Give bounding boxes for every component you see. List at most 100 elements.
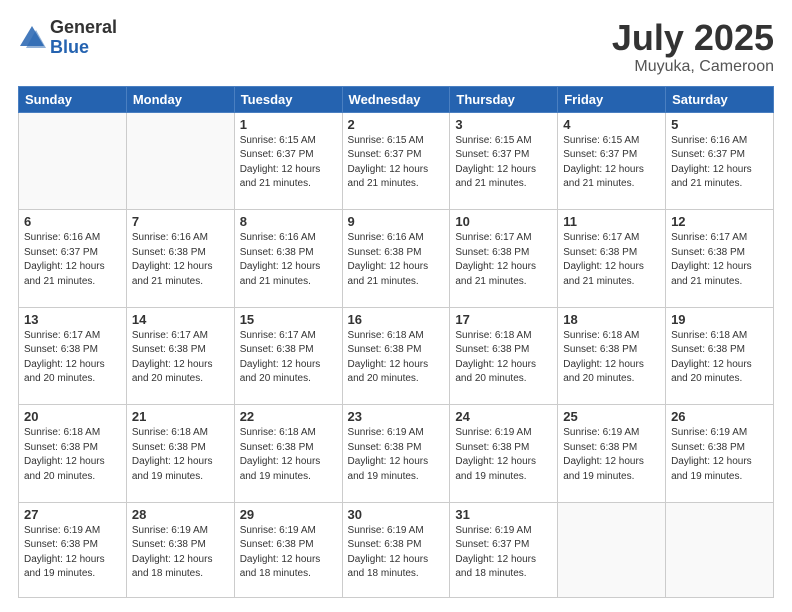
day-number: 21 [132, 409, 229, 424]
day-number: 27 [24, 507, 121, 522]
day-number: 16 [348, 312, 445, 327]
day-info: Sunrise: 6:19 AM Sunset: 6:38 PM Dayligh… [24, 524, 121, 582]
calendar-cell [126, 112, 234, 210]
calendar-cell: 12 Sunrise: 6:17 AM Sunset: 6:38 PM Dayli… [666, 210, 774, 308]
day-number: 15 [240, 312, 337, 327]
day-number: 6 [24, 214, 121, 229]
calendar-cell: 19 Sunrise: 6:18 AM Sunset: 6:38 PM Dayli… [666, 307, 774, 405]
logo-blue: Blue [50, 38, 117, 58]
day-number: 29 [240, 507, 337, 522]
calendar-cell: 8Sunrise: 6:16 AM Sunset: 6:38 PM Daylig… [234, 210, 342, 308]
day-info: Sunrise: 6:18 AM Sunset: 6:38 PM Dayligh… [348, 329, 445, 387]
day-info: Sunrise: 6:15 AM Sunset: 6:37 PM Dayligh… [240, 134, 337, 192]
calendar-cell: 26Sunrise: 6:19 AM Sunset: 6:38 PM Dayli… [666, 405, 774, 503]
day-info: Sunrise: 6:16 AM Sunset: 6:37 PM Dayligh… [24, 231, 121, 289]
day-info: Sunrise: 6:17 AM Sunset: 6:38 PM Dayligh… [455, 231, 552, 289]
day-number: 11 [563, 214, 660, 229]
weekday-header-wednesday: Wednesday [342, 86, 450, 112]
calendar-cell: 31 Sunrise: 6:19 AM Sunset: 6:37 PM Dayli… [450, 502, 558, 597]
weekday-header-saturday: Saturday [666, 86, 774, 112]
logo-icon [18, 24, 46, 52]
day-number: 10 [455, 214, 552, 229]
calendar-week-2: 6 Sunrise: 6:16 AM Sunset: 6:37 PM Daylig… [19, 210, 774, 308]
day-info: Sunrise: 6:18 AM Sunset: 6:38 PM Dayligh… [455, 329, 552, 387]
day-number: 26 [671, 409, 768, 424]
calendar-header: SundayMondayTuesdayWednesdayThursdayFrid… [19, 86, 774, 112]
calendar-cell: 23Sunrise: 6:19 AM Sunset: 6:38 PM Dayli… [342, 405, 450, 503]
calendar-cell: 20 Sunrise: 6:18 AM Sunset: 6:38 PM Dayli… [19, 405, 127, 503]
day-info: Sunrise: 6:19 AM Sunset: 6:38 PM Dayligh… [455, 426, 552, 484]
calendar-cell: 24Sunrise: 6:19 AM Sunset: 6:38 PM Dayli… [450, 405, 558, 503]
calendar-cell: 3 Sunrise: 6:15 AM Sunset: 6:37 PM Daylig… [450, 112, 558, 210]
day-info: Sunrise: 6:17 AM Sunset: 6:38 PM Dayligh… [24, 329, 121, 387]
calendar-cell: 30 Sunrise: 6:19 AM Sunset: 6:38 PM Dayli… [342, 502, 450, 597]
calendar-cell: 22 Sunrise: 6:18 AM Sunset: 6:38 PM Dayli… [234, 405, 342, 503]
calendar-cell: 15 Sunrise: 6:17 AM Sunset: 6:38 PM Dayli… [234, 307, 342, 405]
day-number: 19 [671, 312, 768, 327]
logo-text: General Blue [50, 18, 117, 58]
day-info: Sunrise: 6:18 AM Sunset: 6:38 PM Dayligh… [671, 329, 768, 387]
day-number: 2 [348, 117, 445, 132]
calendar-cell: 25Sunrise: 6:19 AM Sunset: 6:38 PM Dayli… [558, 405, 666, 503]
calendar-cell: 7 Sunrise: 6:16 AM Sunset: 6:38 PM Daylig… [126, 210, 234, 308]
calendar-body: 1 Sunrise: 6:15 AM Sunset: 6:37 PM Daylig… [19, 112, 774, 597]
day-number: 1 [240, 117, 337, 132]
calendar-cell: 28 Sunrise: 6:19 AM Sunset: 6:38 PM Dayli… [126, 502, 234, 597]
day-info: Sunrise: 6:17 AM Sunset: 6:38 PM Dayligh… [132, 329, 229, 387]
weekday-header-tuesday: Tuesday [234, 86, 342, 112]
day-info: Sunrise: 6:16 AM Sunset: 6:38 PM Dayligh… [348, 231, 445, 289]
day-info: Sunrise: 6:15 AM Sunset: 6:37 PM Dayligh… [455, 134, 552, 192]
day-number: 22 [240, 409, 337, 424]
calendar-cell: 21 Sunrise: 6:18 AM Sunset: 6:38 PM Dayli… [126, 405, 234, 503]
day-number: 12 [671, 214, 768, 229]
day-number: 20 [24, 409, 121, 424]
logo-general: General [50, 18, 117, 38]
calendar-cell: 11Sunrise: 6:17 AM Sunset: 6:38 PM Dayli… [558, 210, 666, 308]
day-info: Sunrise: 6:15 AM Sunset: 6:37 PM Dayligh… [563, 134, 660, 192]
day-info: Sunrise: 6:18 AM Sunset: 6:38 PM Dayligh… [24, 426, 121, 484]
calendar-cell: 4 Sunrise: 6:15 AM Sunset: 6:37 PM Daylig… [558, 112, 666, 210]
calendar-cell: 14Sunrise: 6:17 AM Sunset: 6:38 PM Dayli… [126, 307, 234, 405]
weekday-header-thursday: Thursday [450, 86, 558, 112]
day-number: 8 [240, 214, 337, 229]
day-info: Sunrise: 6:19 AM Sunset: 6:38 PM Dayligh… [132, 524, 229, 582]
calendar-cell: 17Sunrise: 6:18 AM Sunset: 6:38 PM Dayli… [450, 307, 558, 405]
day-number: 25 [563, 409, 660, 424]
day-info: Sunrise: 6:17 AM Sunset: 6:38 PM Dayligh… [240, 329, 337, 387]
calendar-week-1: 1 Sunrise: 6:15 AM Sunset: 6:37 PM Daylig… [19, 112, 774, 210]
calendar-cell [558, 502, 666, 597]
day-info: Sunrise: 6:18 AM Sunset: 6:38 PM Dayligh… [240, 426, 337, 484]
calendar-week-4: 20 Sunrise: 6:18 AM Sunset: 6:38 PM Dayli… [19, 405, 774, 503]
weekday-header-sunday: Sunday [19, 86, 127, 112]
calendar-cell: 10 Sunrise: 6:17 AM Sunset: 6:38 PM Dayli… [450, 210, 558, 308]
subtitle: Muyuka, Cameroon [612, 58, 774, 76]
calendar-table: SundayMondayTuesdayWednesdayThursdayFrid… [18, 86, 774, 598]
logo: General Blue [18, 18, 117, 58]
day-number: 4 [563, 117, 660, 132]
calendar-cell [19, 112, 127, 210]
day-number: 9 [348, 214, 445, 229]
header: General Blue July 2025 Muyuka, Cameroon [18, 18, 774, 76]
day-info: Sunrise: 6:19 AM Sunset: 6:37 PM Dayligh… [455, 524, 552, 582]
day-info: Sunrise: 6:17 AM Sunset: 6:38 PM Dayligh… [671, 231, 768, 289]
day-info: Sunrise: 6:18 AM Sunset: 6:38 PM Dayligh… [132, 426, 229, 484]
weekday-header-monday: Monday [126, 86, 234, 112]
main-title: July 2025 [612, 18, 774, 58]
day-number: 13 [24, 312, 121, 327]
calendar-cell: 13 Sunrise: 6:17 AM Sunset: 6:38 PM Dayli… [19, 307, 127, 405]
day-info: Sunrise: 6:19 AM Sunset: 6:38 PM Dayligh… [348, 426, 445, 484]
day-info: Sunrise: 6:15 AM Sunset: 6:37 PM Dayligh… [348, 134, 445, 192]
day-number: 28 [132, 507, 229, 522]
calendar-cell: 1 Sunrise: 6:15 AM Sunset: 6:37 PM Daylig… [234, 112, 342, 210]
calendar-cell: 18Sunrise: 6:18 AM Sunset: 6:38 PM Dayli… [558, 307, 666, 405]
day-number: 30 [348, 507, 445, 522]
day-number: 7 [132, 214, 229, 229]
calendar-week-5: 27 Sunrise: 6:19 AM Sunset: 6:38 PM Dayli… [19, 502, 774, 597]
day-info: Sunrise: 6:19 AM Sunset: 6:38 PM Dayligh… [348, 524, 445, 582]
calendar-cell [666, 502, 774, 597]
day-number: 3 [455, 117, 552, 132]
day-info: Sunrise: 6:16 AM Sunset: 6:38 PM Dayligh… [132, 231, 229, 289]
day-info: Sunrise: 6:19 AM Sunset: 6:38 PM Dayligh… [240, 524, 337, 582]
day-number: 31 [455, 507, 552, 522]
calendar-cell: 29 Sunrise: 6:19 AM Sunset: 6:38 PM Dayli… [234, 502, 342, 597]
